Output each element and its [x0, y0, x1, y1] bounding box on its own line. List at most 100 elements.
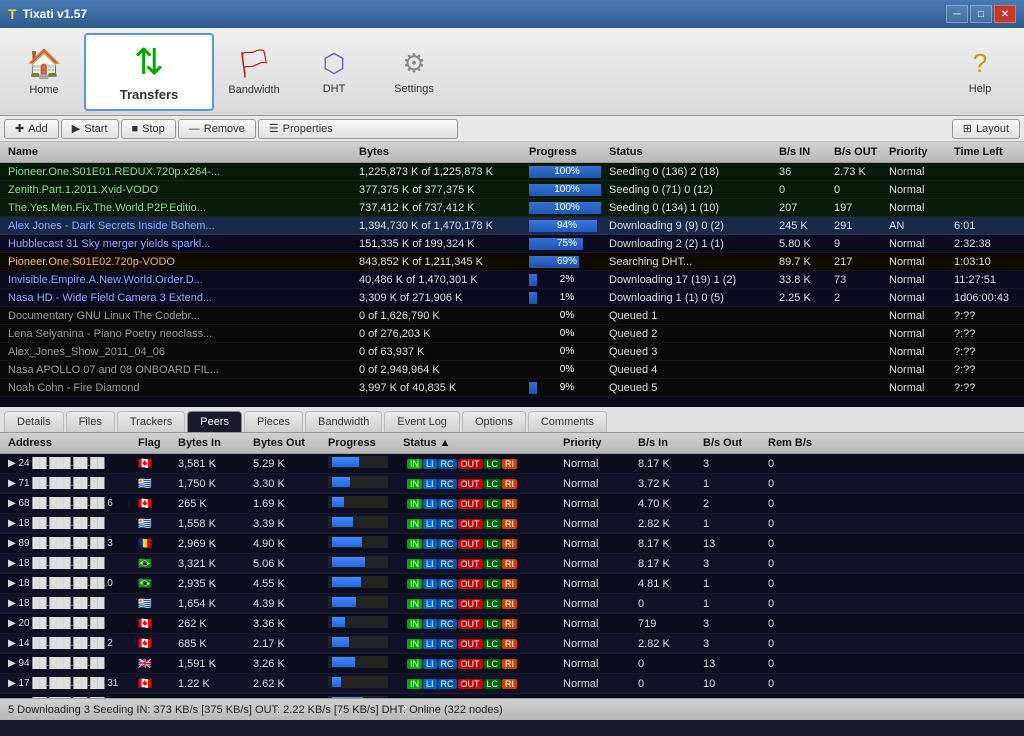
peer-bytesin: 2,969 K	[174, 537, 249, 551]
tab-details[interactable]: Details	[4, 411, 64, 432]
transfer-bytes: 151,335 K of 199,324 K	[355, 237, 525, 251]
table-row[interactable]: Noah Cohn - Fire Diamond 3,997 K of 40,8…	[0, 379, 1024, 397]
peer-bytesin: 1.22 K	[174, 677, 249, 691]
peer-flag: 🇨🇦	[134, 456, 174, 471]
peer-status: IN LI RC OUT LC RI	[399, 637, 559, 651]
peer-row[interactable]: ▶ 18 ██.███.██.██ 🇺🇾 1,654 K 4.39 K IN L…	[0, 594, 1024, 614]
peer-bsout: 3	[699, 617, 764, 631]
peer-bytesin: 2,935 K	[174, 577, 249, 591]
transfer-bsin: 33.8 K	[775, 273, 830, 287]
minimize-button[interactable]: ─	[946, 5, 968, 23]
table-row[interactable]: The.Yes.Men.Fix.The.World.P2P.Editio... …	[0, 199, 1024, 217]
tab-bandwidth[interactable]: Bandwidth	[305, 411, 382, 432]
tab-event-log[interactable]: Event Log	[384, 411, 460, 432]
peer-bsout: 13	[699, 657, 764, 671]
peer-bytesout: 5.29 K	[249, 457, 324, 471]
peer-flag: 🇺🇾	[134, 596, 174, 611]
transfer-name: Pioneer.One.S01E01.REDUX.720p.x264-...	[4, 165, 355, 179]
start-button[interactable]: ▶ Start	[61, 119, 119, 139]
peer-row[interactable]: ▶ 68 ██.███.██.██ 6 🇨🇦 265 K 1.69 K IN L…	[0, 494, 1024, 514]
peer-progress	[324, 615, 399, 632]
table-row[interactable]: Zenith.Part.1.2011.Xvid-VODO 377,375 K o…	[0, 181, 1024, 199]
peer-status: IN LI RC OUT LC RI	[399, 677, 559, 691]
table-row[interactable]: Pioneer.One.S01E01.REDUX.720p.x264-... 1…	[0, 163, 1024, 181]
table-row[interactable]: Lena Selyanina - Piano Poetry neoclass..…	[0, 325, 1024, 343]
add-button[interactable]: ✚ Add	[4, 119, 59, 139]
transfer-name: Pioneer.One.S01E02.720p-VODO	[4, 255, 355, 269]
peer-row[interactable]: ▶ 14 ██.███.██.██ 2 🇨🇦 685 K 2.17 K IN L…	[0, 634, 1024, 654]
dht-button[interactable]: ⬡ DHT	[294, 33, 374, 111]
peer-flag: 🇺🇸	[134, 696, 174, 698]
peer-bsout: 3	[699, 697, 764, 699]
peers-table: Address Flag Bytes In Bytes Out Progress…	[0, 433, 1024, 698]
table-row[interactable]: Nasa HD - Wide Field Camera 3 Extend... …	[0, 289, 1024, 307]
transfers-label: Transfers	[120, 87, 179, 102]
transfer-bsout	[830, 369, 885, 371]
peer-col-status: Status ▲	[399, 435, 559, 451]
peer-bsout: 1	[699, 517, 764, 531]
layout-button[interactable]: ⊞ Layout	[952, 119, 1020, 139]
tab-files[interactable]: Files	[66, 411, 115, 432]
tab-options[interactable]: Options	[462, 411, 526, 432]
peer-row[interactable]: ▶ 18 ██.███.██.██ 🇧🇷 3,321 K 5.06 K IN L…	[0, 554, 1024, 574]
transfer-bytes: 1,225,873 K of 1,225,873 K	[355, 165, 525, 179]
peer-bsout: 1	[699, 477, 764, 491]
peer-progress	[324, 595, 399, 612]
transfer-bsout: 2.73 K	[830, 165, 885, 179]
tab-peers[interactable]: Peers	[187, 411, 242, 432]
transfer-bsout: 197	[830, 201, 885, 215]
table-row[interactable]: Nasa APOLLO 07 and 08 ONBOARD FIL... 0 o…	[0, 361, 1024, 379]
remove-button[interactable]: — Remove	[178, 119, 256, 139]
properties-label: Properties	[283, 123, 333, 135]
peer-row[interactable]: ▶ 17 ██.███.██.██ 31 🇨🇦 1.22 K 2.62 K IN…	[0, 674, 1024, 694]
peer-progress	[324, 515, 399, 532]
peer-address: ▶ 68 ██.███.██.██ 6	[4, 497, 134, 510]
table-row[interactable]: Documentary GNU Linux The Codebr... 0 of…	[0, 307, 1024, 325]
peer-bsin: 3.84 K	[634, 697, 699, 699]
table-row[interactable]: Invisible.Empire.A.New.World.Order.D... …	[0, 271, 1024, 289]
peer-priority: Normal	[559, 497, 634, 511]
table-row[interactable]: Alex Jones - Dark Secrets Inside Bohem..…	[0, 217, 1024, 235]
peer-row[interactable]: ▶ 71 ██.███.██.██ 🇺🇾 1,750 K 3.30 K IN L…	[0, 474, 1024, 494]
table-row[interactable]: Alex_Jones_Show_2011_04_06 0 of 63,937 K…	[0, 343, 1024, 361]
peer-bytesin: 3,581 K	[174, 457, 249, 471]
peer-bytesout: 2.17 K	[249, 637, 324, 651]
transfer-status: Downloading 9 (9) 0 (2)	[605, 219, 775, 233]
transfer-priority: Normal	[885, 201, 950, 215]
properties-button[interactable]: ☰ Properties	[258, 119, 458, 139]
home-icon: 🏠	[27, 47, 62, 80]
status-bar: 5 Downloading 3 Seeding IN: 373 KB/s [37…	[0, 698, 1024, 720]
bandwidth-button[interactable]: 🏳 Bandwidth	[214, 33, 294, 111]
transfer-bsin	[775, 315, 830, 317]
transfer-progress: 2%	[525, 273, 605, 287]
tab-trackers[interactable]: Trackers	[117, 411, 185, 432]
transfer-progress: 69%	[525, 255, 605, 269]
peer-row[interactable]: ▶ 18 ██.███.██.██ 0 🇧🇷 2,935 K 4.55 K IN…	[0, 574, 1024, 594]
transfer-progress: 0%	[525, 363, 605, 377]
peer-flag: 🇨🇦	[134, 636, 174, 651]
transfer-timeleft	[950, 171, 1020, 173]
peer-row[interactable]: ▶ 94 ██.███.██.██ 🇬🇧 1,591 K 3.26 K IN L…	[0, 654, 1024, 674]
peer-col-bsin: B/s In	[634, 435, 699, 451]
help-button[interactable]: ? Help	[940, 33, 1020, 111]
peer-address: ▶ 20 ██.███.██.██	[4, 617, 134, 630]
peer-row[interactable]: ▶ 18 ██.███.██.██ 🇺🇾 1,558 K 3.39 K IN L…	[0, 514, 1024, 534]
close-button[interactable]: ✕	[994, 5, 1016, 23]
tab-comments[interactable]: Comments	[528, 411, 607, 432]
peer-rembps: 0	[764, 677, 834, 691]
transfer-bsout: 73	[830, 273, 885, 287]
settings-button[interactable]: ⚙ Settings	[374, 33, 454, 111]
peer-bsout: 3	[699, 637, 764, 651]
stop-button[interactable]: ■ Stop	[121, 119, 176, 139]
home-button[interactable]: 🏠 Home	[4, 33, 84, 111]
peer-row[interactable]: ▶ 20 ██.███.██.██ 🇨🇦 262 K 3.36 K IN LI …	[0, 614, 1024, 634]
table-row[interactable]: Pioneer.One.S01E02.720p-VODO 843,852 K o…	[0, 253, 1024, 271]
peer-row[interactable]: ▶ 24 ██.███.██.██ 🇨🇦 3,581 K 5.29 K IN L…	[0, 454, 1024, 474]
table-row[interactable]: Hubblecast 31 Sky merger yields sparkl..…	[0, 235, 1024, 253]
transfers-button[interactable]: ⇅ Transfers	[84, 33, 214, 111]
maximize-button[interactable]: □	[970, 5, 992, 23]
peer-row[interactable]: ▶ 89 ██.███.██.██ 3 🇷🇴 2,969 K 4.90 K IN…	[0, 534, 1024, 554]
transfers-icon: ⇅	[134, 41, 164, 83]
tab-pieces[interactable]: Pieces	[244, 411, 303, 432]
start-icon: ▶	[72, 122, 80, 135]
